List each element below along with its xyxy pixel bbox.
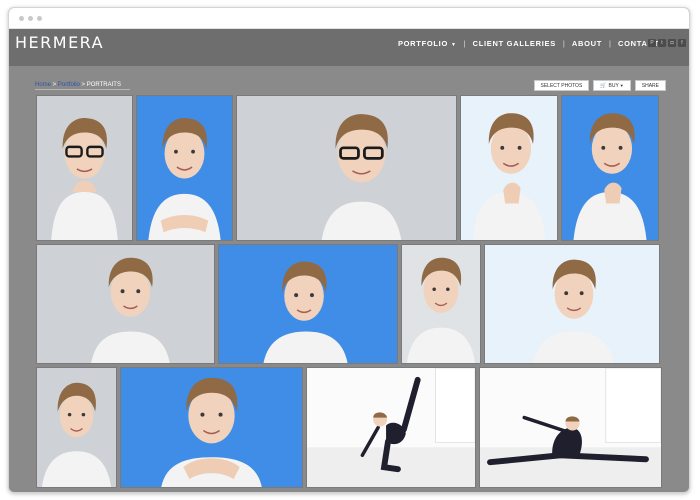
gallery-photo[interactable] [236, 95, 457, 241]
portrait-photo [472, 113, 546, 240]
breadcrumb-separator: > [79, 82, 87, 88]
social-links: P t ◘ f [648, 39, 686, 47]
breadcrumb-home[interactable]: Home [35, 82, 51, 88]
nav-about[interactable]: ABOUT [572, 39, 602, 48]
caret-down-icon: ▼ [619, 83, 624, 88]
gallery-photo[interactable] [479, 367, 662, 488]
caret-down-icon: ▼ [451, 42, 457, 48]
browser-window: HERMERA PORTFOLIO ▼ | CLIENT GALLERIES | … [8, 7, 690, 493]
gallery-photo[interactable] [460, 95, 558, 241]
nav-portfolio-label: PORTFOLIO [397, 39, 448, 48]
dance-photo [480, 368, 661, 487]
cart-icon: 🛒 [600, 82, 607, 89]
nav-separator: | [562, 39, 565, 48]
gallery-photo[interactable] [306, 367, 476, 488]
twitter-icon[interactable]: t [658, 39, 666, 47]
nav-separator: | [463, 39, 466, 48]
breadcrumb-current: PORTRAITS [86, 82, 121, 88]
breadcrumb: Home > Portfolio > PORTRAITS [35, 82, 130, 90]
portrait-photo [533, 259, 614, 363]
gallery-photo[interactable] [36, 367, 117, 488]
gallery-photo[interactable] [401, 244, 481, 364]
nav-separator: | [609, 39, 611, 48]
pinterest-icon[interactable]: P [648, 39, 656, 47]
portrait-photo [573, 113, 647, 240]
gallery-photo[interactable] [136, 95, 233, 241]
instagram-icon[interactable]: ◘ [668, 39, 676, 47]
portrait-photo [161, 377, 262, 487]
breadcrumb-portfolio[interactable]: Portfolio [58, 82, 80, 88]
dance-photo [307, 368, 475, 487]
breadcrumb-separator: > [51, 82, 58, 88]
buy-label: BUY [608, 82, 619, 89]
site-logo[interactable]: HERMERA [15, 33, 104, 52]
portrait-photo [321, 114, 402, 240]
breadcrumb-bar: Home > Portfolio > PORTRAITS SELECT PHOT… [35, 80, 668, 94]
photo-gallery [35, 95, 675, 492]
nav-portfolio[interactable]: PORTFOLIO ▼ [398, 39, 457, 48]
portrait-photo [91, 257, 170, 363]
site-header: HERMERA PORTFOLIO ▼ | CLIENT GALLERIES | … [9, 29, 689, 66]
gallery-photo[interactable] [36, 244, 215, 364]
portrait-photo [406, 257, 476, 363]
portrait-photo [51, 118, 118, 240]
gallery-photo[interactable] [561, 95, 659, 241]
window-dot-icon[interactable] [19, 16, 24, 21]
gallery-photo[interactable] [484, 244, 660, 364]
gallery-photo[interactable] [120, 367, 303, 488]
select-photos-button[interactable]: SELECT PHOTOS [533, 80, 590, 91]
window-dot-icon[interactable] [28, 16, 33, 21]
gallery-actions: SELECT PHOTOS 🛒 BUY ▼ SHARE [533, 80, 666, 91]
gallery-photo[interactable] [36, 95, 133, 241]
portrait-photo [41, 382, 112, 487]
window-dot-icon[interactable] [37, 16, 42, 21]
facebook-icon[interactable]: f [678, 39, 686, 47]
nav-client-galleries[interactable]: CLIENT GALLERIES [473, 39, 556, 48]
buy-button[interactable]: 🛒 BUY ▼ [593, 80, 631, 91]
portrait-photo [263, 261, 348, 363]
browser-titlebar [9, 8, 689, 29]
gallery-photo[interactable] [218, 244, 398, 364]
portrait-photo [148, 118, 221, 240]
main-nav: PORTFOLIO ▼ | CLIENT GALLERIES | ABOUT | … [398, 39, 659, 48]
share-button[interactable]: SHARE [634, 80, 666, 91]
